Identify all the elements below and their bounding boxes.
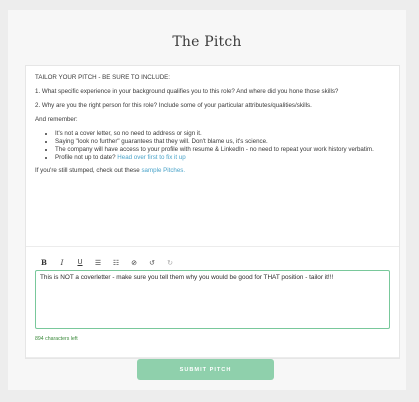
- remember-label: And remember:: [35, 116, 78, 123]
- sample-pitches-link[interactable]: sample Pitches.: [141, 167, 185, 174]
- instructions: TAILOR YOUR PITCH - BE SURE TO INCLUDE: …: [35, 74, 395, 181]
- stumped-text: If you're still stumped, check out these: [35, 167, 140, 174]
- footer-divider: [26, 357, 399, 358]
- pitch-textarea[interactable]: This is NOT a coverletter - make sure yo…: [35, 270, 390, 329]
- bullet-list-icon[interactable]: ☰: [94, 259, 102, 267]
- tip-item: The company will have access to your pro…: [55, 146, 395, 154]
- tip-item: Profile not up to date? Head over first …: [55, 154, 395, 162]
- instructions-heading: TAILOR YOUR PITCH - BE SURE TO INCLUDE:: [35, 74, 171, 81]
- editor-toolbar: B I U ☰ ☷ ⊘ ↺ ↻: [35, 256, 393, 269]
- profile-prompt: Profile not up to date?: [55, 154, 116, 161]
- instructions-point-2: 2. Why are you the right person for this…: [35, 102, 312, 109]
- divider: [26, 246, 399, 247]
- characters-left: 894 characters left: [35, 336, 78, 342]
- pitch-card: TAILOR YOUR PITCH - BE SURE TO INCLUDE: …: [25, 65, 400, 359]
- tip-item: Saying "look no further" guarantees that…: [55, 138, 395, 146]
- bold-button[interactable]: B: [40, 258, 48, 267]
- instructions-point-1: 1. What specific experience in your back…: [35, 88, 339, 95]
- stumped-line: If you're still stumped, check out these…: [35, 167, 395, 175]
- undo-icon[interactable]: ↺: [148, 259, 156, 267]
- underline-button[interactable]: U: [76, 259, 84, 266]
- pitch-page: The Pitch TAILOR YOUR PITCH - BE SURE TO…: [8, 10, 406, 390]
- fix-profile-link[interactable]: Head over first to fix it up: [117, 154, 185, 161]
- italic-button[interactable]: I: [58, 259, 66, 267]
- tips-list: It's not a cover letter, so no need to a…: [35, 130, 395, 162]
- numbered-list-icon[interactable]: ☷: [112, 259, 120, 267]
- tip-item: It's not a cover letter, so no need to a…: [55, 130, 395, 138]
- redo-icon[interactable]: ↻: [166, 259, 174, 267]
- clear-format-icon[interactable]: ⊘: [130, 259, 138, 267]
- submit-pitch-button[interactable]: SUBMIT PITCH: [137, 359, 274, 380]
- page-title: The Pitch: [172, 34, 242, 50]
- pitch-editor: B I U ☰ ☷ ⊘ ↺ ↻ This is NOT a coverlette…: [35, 256, 393, 332]
